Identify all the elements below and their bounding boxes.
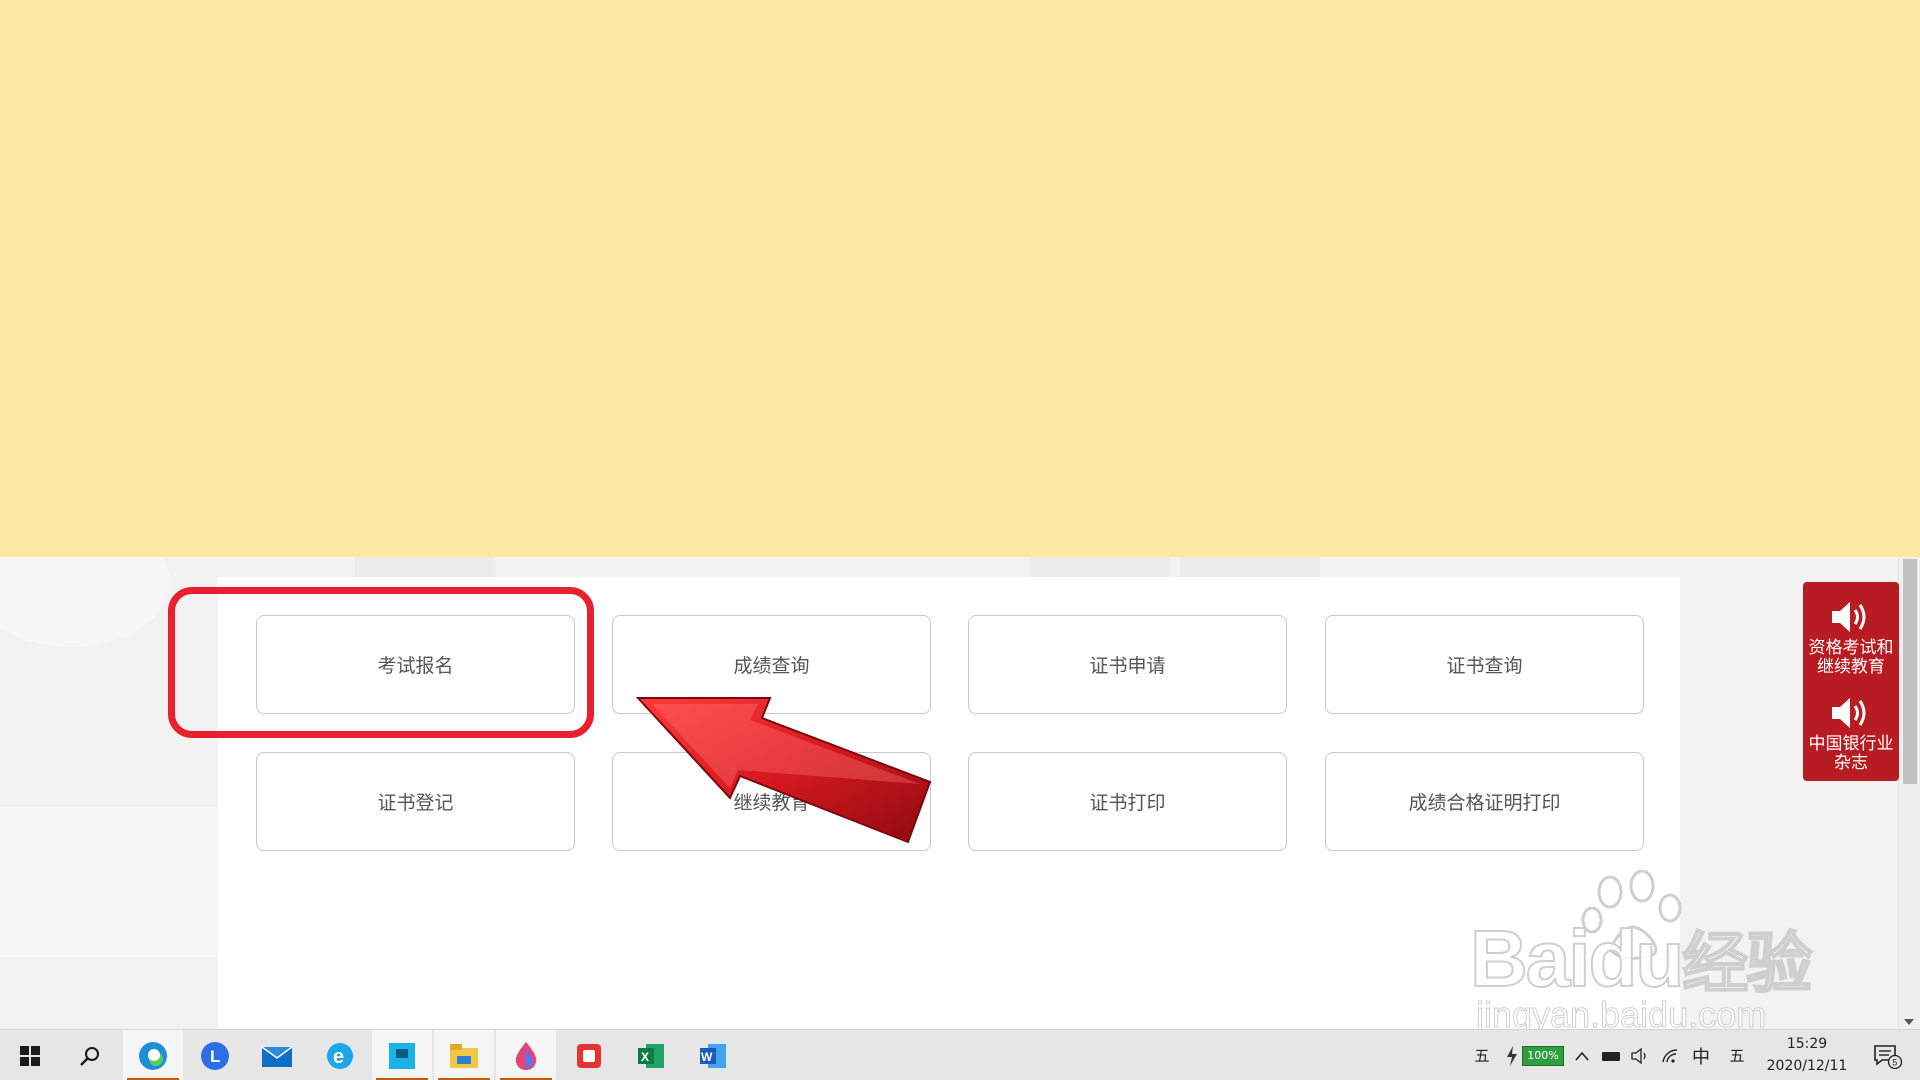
svg-text:X: X bbox=[641, 1050, 649, 1064]
notification-center-button[interactable]: 5 bbox=[1868, 1030, 1908, 1080]
taskbar-ie[interactable]: e bbox=[310, 1030, 370, 1080]
file-explorer-icon bbox=[450, 1043, 478, 1068]
taskbar-record-app[interactable] bbox=[559, 1030, 619, 1080]
wifi-icon[interactable] bbox=[1658, 1030, 1684, 1080]
search-icon bbox=[80, 1046, 99, 1066]
volume-icon[interactable] bbox=[1628, 1030, 1654, 1080]
taskbar-word[interactable]: W bbox=[683, 1030, 743, 1080]
taskbar-file-explorer[interactable] bbox=[434, 1030, 494, 1080]
taskbar-edge[interactable] bbox=[123, 1030, 183, 1080]
input-language-indicator[interactable]: 中 bbox=[1688, 1030, 1714, 1080]
float-item-bank-magazine[interactable]: 中国银行业杂志 bbox=[1803, 694, 1899, 773]
device-status-icon[interactable] bbox=[1598, 1030, 1624, 1080]
taskbar-pinned-app[interactable] bbox=[372, 1030, 432, 1080]
clock-date: 2020/12/11 bbox=[1766, 1058, 1848, 1074]
svg-text:W: W bbox=[701, 1050, 713, 1064]
vertical-scrollbar[interactable] bbox=[1898, 557, 1920, 1029]
score-certificate-print-button[interactable]: 成绩合格证明打印 bbox=[1325, 752, 1644, 851]
ie-browser-icon: e bbox=[327, 1042, 353, 1069]
floating-side-panel: 资格考试和继续教育 中国银行业杂志 bbox=[1803, 582, 1899, 781]
lenovo-app-icon: L bbox=[201, 1041, 229, 1070]
taskbar-clock[interactable]: 15:29 2020/12/11 bbox=[1752, 1033, 1862, 1077]
taskbar-search-button[interactable] bbox=[60, 1030, 120, 1080]
svg-text:e: e bbox=[333, 1046, 344, 1068]
exam-registration-button[interactable]: 考试报名 bbox=[256, 615, 575, 714]
windows-taskbar: L e X W 五 100% 中 五 15:29 2020/12/11 5 bbox=[0, 1029, 1920, 1080]
charging-icon bbox=[1504, 1030, 1520, 1080]
float-item-label: 资格考试和继续教育 bbox=[1808, 638, 1894, 677]
scrollbar-thumb[interactable] bbox=[1903, 559, 1917, 784]
notification-icon: 5 bbox=[1874, 1044, 1903, 1069]
windows-start-icon bbox=[20, 1045, 40, 1066]
show-hidden-icons-button[interactable] bbox=[1572, 1030, 1592, 1080]
continuing-education-button[interactable]: 继续教育 bbox=[612, 752, 931, 851]
certificate-application-button[interactable]: 证书申请 bbox=[968, 615, 1287, 714]
scroll-down-arrow-icon[interactable] bbox=[1904, 1019, 1914, 1025]
certificate-print-button[interactable]: 证书打印 bbox=[968, 752, 1287, 851]
score-query-button[interactable]: 成绩查询 bbox=[612, 615, 931, 714]
edge-browser-icon bbox=[139, 1041, 167, 1070]
header-banner bbox=[0, 0, 1920, 557]
taskbar-lenovo[interactable]: L bbox=[185, 1030, 245, 1080]
taskbar-mail[interactable] bbox=[247, 1030, 307, 1080]
taskbar-excel[interactable]: X bbox=[621, 1030, 681, 1080]
excel-icon: X bbox=[638, 1043, 664, 1068]
mail-icon bbox=[261, 1045, 293, 1067]
ime-mode-indicator[interactable]: 五 bbox=[1470, 1030, 1494, 1080]
ime-mode-indicator-2[interactable]: 五 bbox=[1724, 1030, 1750, 1080]
float-item-exam-education[interactable]: 资格考试和继续教育 bbox=[1803, 598, 1899, 677]
start-button[interactable] bbox=[0, 1030, 60, 1080]
speaker-icon bbox=[1832, 698, 1866, 728]
speaker-icon bbox=[1832, 602, 1866, 632]
pinned-app-icon bbox=[389, 1042, 415, 1069]
record-app-icon bbox=[577, 1043, 601, 1068]
certificate-registration-button[interactable]: 证书登记 bbox=[256, 752, 575, 851]
clock-time: 15:29 bbox=[1786, 1036, 1828, 1052]
battery-indicator[interactable]: 100% bbox=[1522, 1046, 1564, 1066]
float-item-label: 中国银行业杂志 bbox=[1808, 734, 1894, 773]
certificate-query-button[interactable]: 证书查询 bbox=[1325, 615, 1644, 714]
chevron-up-icon bbox=[1575, 1051, 1589, 1061]
svg-text:L: L bbox=[210, 1047, 220, 1066]
taskbar-paint-app[interactable] bbox=[496, 1030, 556, 1080]
svg-text:5: 5 bbox=[1892, 1057, 1897, 1067]
paint-drop-icon bbox=[515, 1041, 537, 1070]
word-icon: W bbox=[700, 1043, 726, 1068]
